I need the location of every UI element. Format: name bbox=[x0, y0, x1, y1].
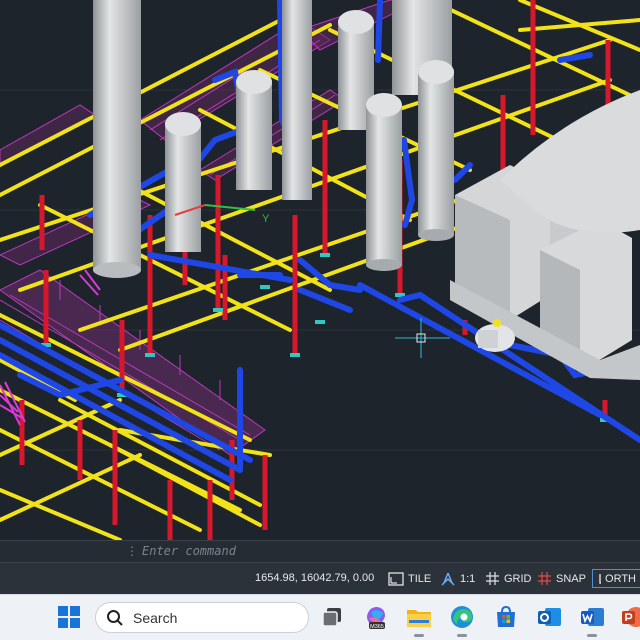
grid-label: GRID bbox=[504, 572, 532, 585]
command-line[interactable]: ⋮ bbox=[0, 540, 640, 562]
edge-button[interactable] bbox=[448, 603, 476, 637]
folder-icon bbox=[407, 610, 431, 627]
grid-icon bbox=[486, 572, 499, 585]
start-button[interactable] bbox=[55, 603, 83, 631]
grid-toggle[interactable]: GRID bbox=[485, 569, 532, 588]
running-indicator bbox=[414, 634, 424, 637]
tile-toggle[interactable]: TILE bbox=[388, 569, 431, 588]
running-indicator bbox=[457, 634, 467, 637]
snap-toggle[interactable]: SNAP bbox=[537, 569, 586, 588]
ortho-toggle[interactable]: ORTH bbox=[592, 569, 640, 588]
edge-icon bbox=[451, 606, 473, 628]
outlook-icon bbox=[538, 608, 561, 626]
powerpoint-button[interactable] bbox=[620, 603, 640, 631]
model-space-icon bbox=[388, 571, 404, 586]
microsoft-store-button[interactable] bbox=[492, 603, 520, 631]
powerpoint-icon bbox=[622, 607, 640, 627]
microsoft-365-button[interactable]: M365 bbox=[362, 603, 390, 631]
ortho-label: ORTH bbox=[605, 572, 636, 585]
annotation-scale[interactable]: 1:1 bbox=[440, 569, 475, 588]
snap-label: SNAP bbox=[556, 572, 586, 585]
running-indicator bbox=[587, 634, 597, 637]
taskbar-search-box[interactable]: Search bbox=[95, 602, 309, 633]
store-icon bbox=[497, 605, 515, 627]
annotation-scale-icon bbox=[441, 572, 455, 585]
word-button[interactable] bbox=[578, 603, 606, 637]
windows-taskbar: Search M365 bbox=[0, 594, 640, 640]
svg-text:Y: Y bbox=[262, 213, 270, 225]
search-label: Search bbox=[133, 609, 178, 626]
plant-3d-model[interactable]: Y bbox=[0, 0, 640, 540]
task-view-icon bbox=[322, 608, 341, 627]
file-explorer-button[interactable] bbox=[405, 603, 433, 637]
status-bar: 1654.98, 16042.79, 0.00 TILE 1:1 GRID SN… bbox=[0, 562, 640, 594]
outlook-button[interactable] bbox=[535, 603, 563, 631]
windows-logo-icon bbox=[58, 606, 80, 628]
word-icon bbox=[581, 608, 604, 626]
search-icon bbox=[107, 609, 123, 626]
cursor-coordinates: 1654.98, 16042.79, 0.00 bbox=[255, 572, 375, 584]
command-line-grip[interactable]: ⋮ bbox=[126, 544, 138, 558]
snap-icon bbox=[538, 572, 551, 585]
microsoft-365-copilot-icon: M365 bbox=[367, 607, 385, 630]
scale-label: 1:1 bbox=[460, 572, 476, 585]
tile-label: TILE bbox=[408, 572, 432, 585]
m365-badge: M365 bbox=[370, 624, 384, 630]
task-view-button[interactable] bbox=[318, 603, 346, 631]
command-input[interactable] bbox=[142, 543, 632, 559]
cad-drawing-viewport[interactable]: Y bbox=[0, 0, 640, 540]
ortho-icon bbox=[599, 573, 602, 584]
